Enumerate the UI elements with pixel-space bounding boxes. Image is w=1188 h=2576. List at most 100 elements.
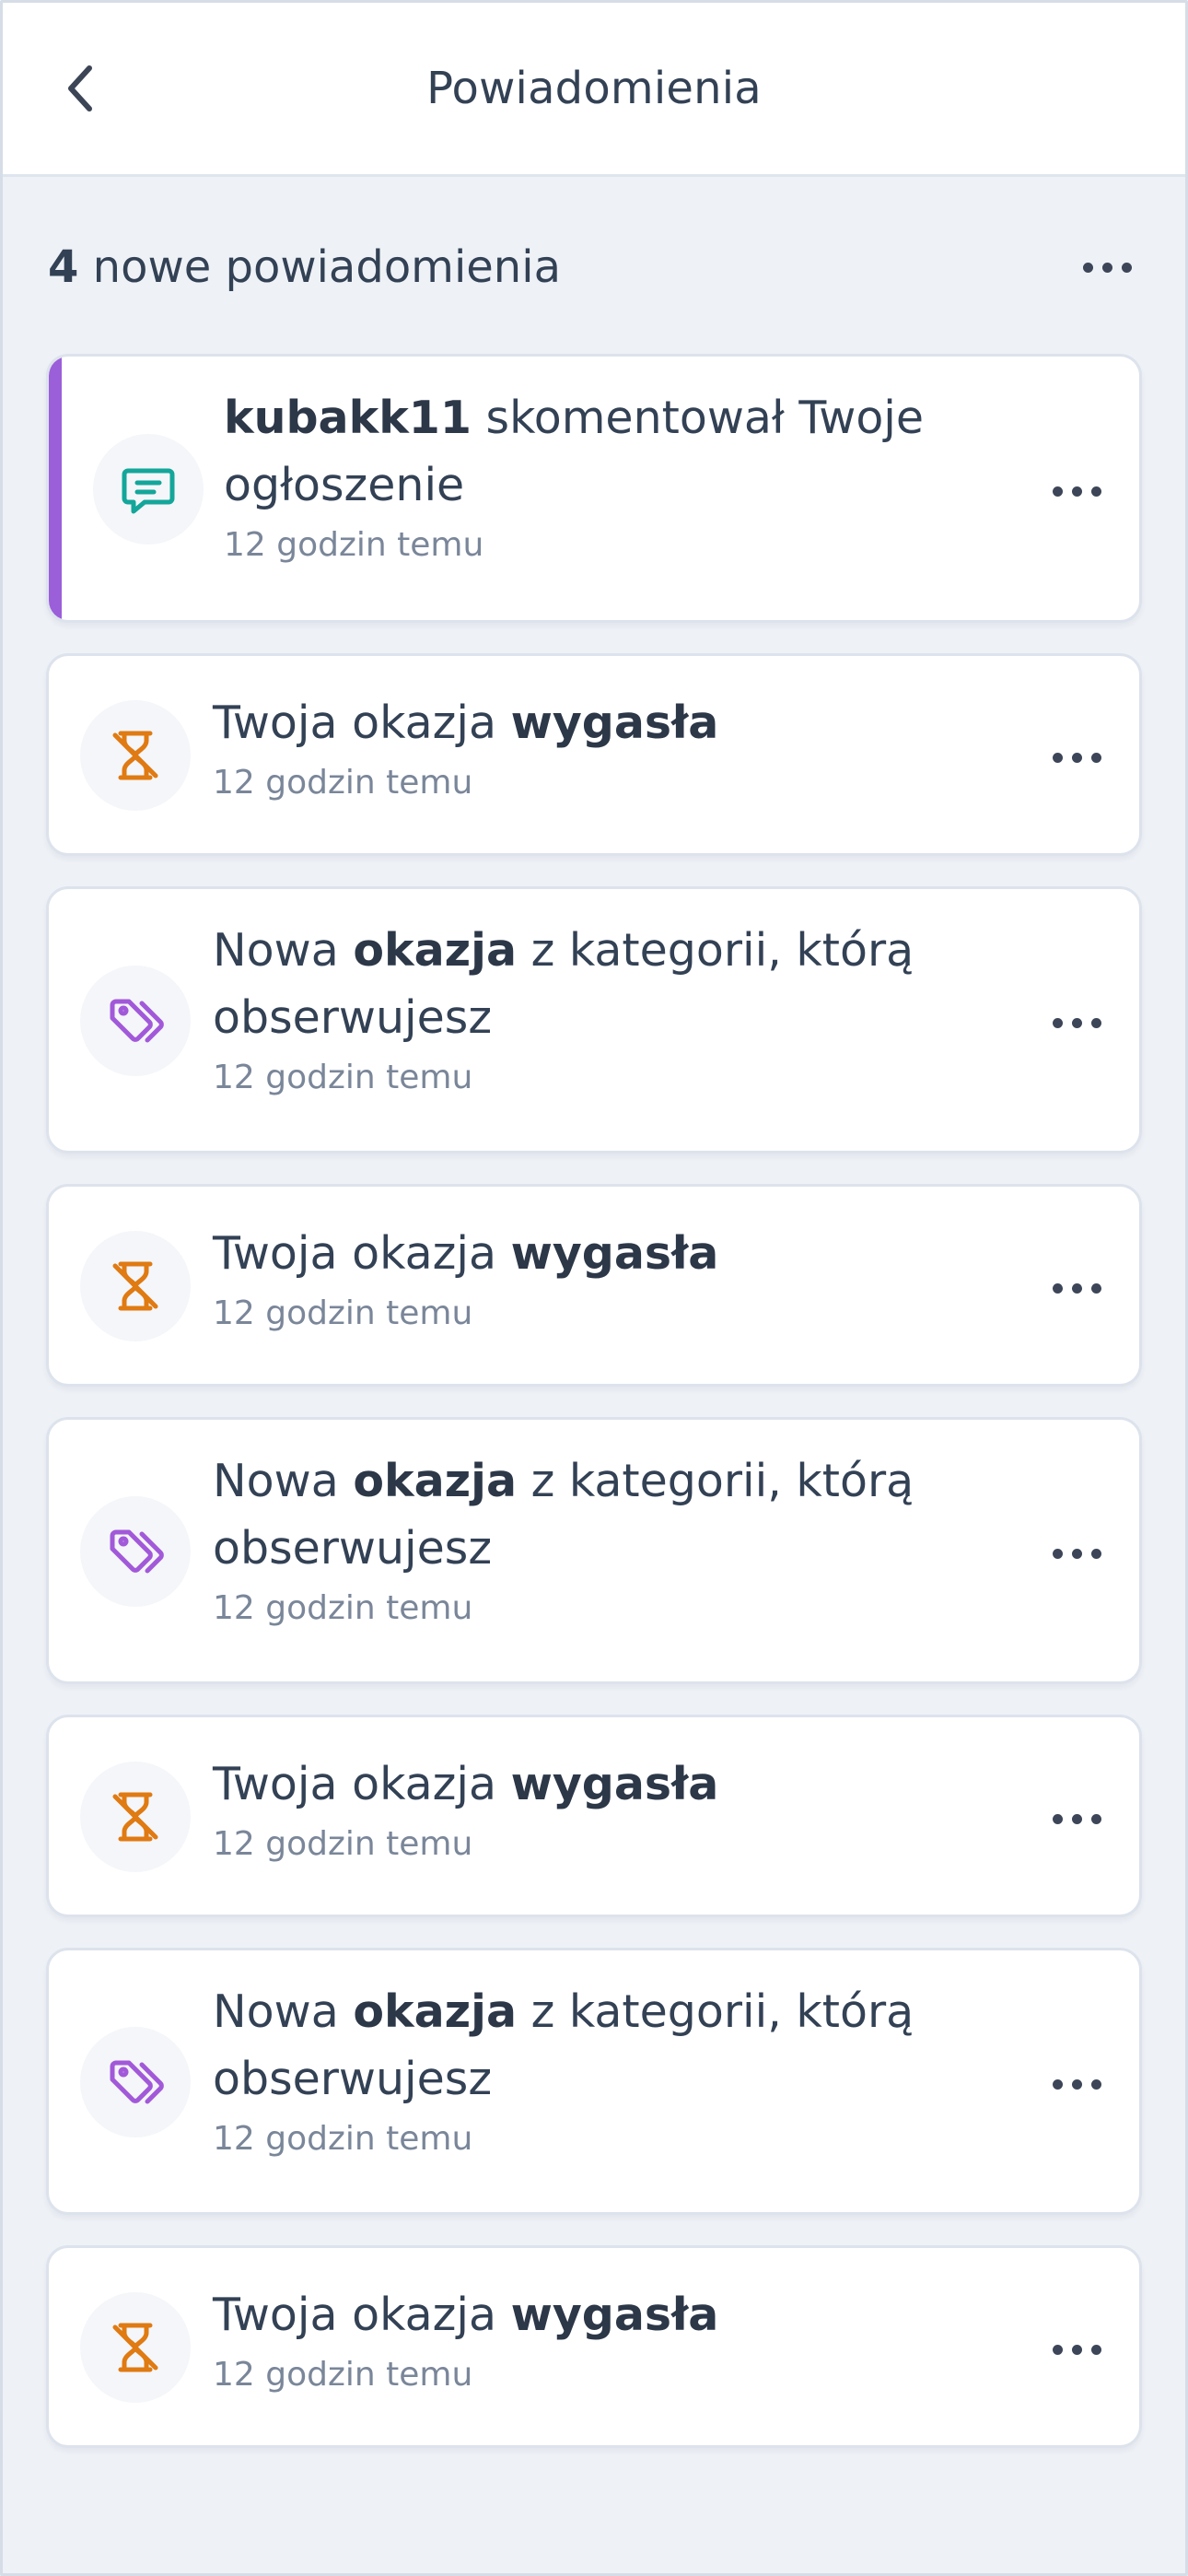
- dot: [1090, 752, 1101, 763]
- dot: [1052, 1813, 1063, 1824]
- notification-card-expired[interactable]: Twoja okazja wygasła 12 godzin temu: [46, 1184, 1142, 1387]
- dot: [1071, 1813, 1082, 1824]
- notification-options-button[interactable]: [1040, 1526, 1113, 1581]
- message-emphasis: wygasła: [510, 697, 719, 749]
- notification-text: Nowa okazja z kategorii, którą obserwuje…: [213, 1978, 1001, 2158]
- dot: [1071, 1017, 1082, 1028]
- new-notifications-count: 4 nowe powiadomienia: [48, 241, 561, 293]
- notification-card-comment[interactable]: kubakk11 skomentował Twoje ogłoszenie 12…: [46, 354, 1142, 623]
- dot: [1090, 486, 1101, 497]
- notification-text: Twoja okazja wygasła 12 godzin temu: [213, 1220, 1001, 1332]
- message-text: Nowa: [213, 1455, 354, 1507]
- dot: [1071, 2078, 1082, 2090]
- notification-icon-wrap: [80, 2292, 191, 2403]
- message-emphasis: wygasła: [510, 1758, 719, 1810]
- notification-card-category[interactable]: Nowa okazja z kategorii, którą obserwuje…: [46, 1417, 1142, 1684]
- message-emphasis: wygasła: [510, 2289, 719, 2341]
- message-text: Nowa: [213, 924, 354, 977]
- dot: [1090, 2078, 1101, 2090]
- dot: [1071, 1548, 1082, 1559]
- hourglass-off-icon: [112, 731, 158, 780]
- dot: [1052, 486, 1063, 497]
- notification-message: kubakk11 skomentował Twoje ogłoszenie: [224, 384, 1001, 519]
- notification-time: 12 godzin temu: [213, 1589, 473, 1627]
- dot: [1071, 486, 1082, 497]
- notification-text: kubakk11 skomentował Twoje ogłoszenie 12…: [224, 384, 1001, 564]
- more-options-button[interactable]: [1070, 240, 1144, 295]
- notifications-summary: 4 nowe powiadomienia: [48, 230, 1144, 304]
- notification-options-button[interactable]: [1040, 2322, 1113, 2377]
- message-text: Twoja okazja: [213, 1227, 511, 1280]
- notification-icon-wrap: [80, 1496, 191, 1607]
- notification-card-expired[interactable]: Twoja okazja wygasła 12 godzin temu: [46, 653, 1142, 856]
- message-text: Twoja okazja: [213, 697, 511, 749]
- notification-time: 12 godzin temu: [213, 1059, 473, 1096]
- notification-card-category[interactable]: Nowa okazja z kategorii, którą obserwuje…: [46, 1948, 1142, 2215]
- notification-message: Twoja okazja wygasła: [213, 689, 1001, 756]
- notification-time: 12 godzin temu: [213, 764, 473, 802]
- unread-label: nowe powiadomienia: [78, 241, 561, 293]
- notification-message: Twoja okazja wygasła: [213, 2281, 1001, 2348]
- dot: [1090, 1017, 1101, 1028]
- hourglass-off-icon: [112, 2323, 158, 2372]
- hourglass-off-icon: [112, 1792, 158, 1842]
- dot: [1071, 2344, 1082, 2355]
- notification-options-button[interactable]: [1040, 463, 1113, 519]
- unread-count: 4: [48, 241, 79, 293]
- notification-icon-wrap: [80, 966, 191, 1076]
- username: kubakk11: [224, 392, 472, 444]
- notification-icon-wrap: [80, 700, 191, 811]
- notification-time: 12 godzin temu: [213, 1294, 473, 1332]
- notification-text: Twoja okazja wygasła 12 godzin temu: [213, 1751, 1001, 1863]
- dot: [1090, 1813, 1101, 1824]
- notification-message: Nowa okazja z kategorii, którą obserwuje…: [213, 917, 1001, 1051]
- tags-icon: [110, 1529, 164, 1574]
- notification-time: 12 godzin temu: [213, 1825, 473, 1863]
- dot: [1121, 262, 1132, 273]
- message-emphasis: okazja: [353, 924, 518, 977]
- notification-options-button[interactable]: [1040, 1260, 1113, 1316]
- dot: [1090, 1548, 1101, 1559]
- notification-icon-wrap: [93, 434, 204, 544]
- notification-text: Twoja okazja wygasła 12 godzin temu: [213, 689, 1001, 802]
- dot: [1052, 2078, 1063, 2090]
- dot: [1090, 2344, 1101, 2355]
- dot: [1090, 1282, 1101, 1294]
- notification-text: Twoja okazja wygasła 12 godzin temu: [213, 2281, 1001, 2394]
- notification-options-button[interactable]: [1040, 2056, 1113, 2112]
- message-emphasis: wygasła: [510, 1227, 719, 1280]
- dot: [1101, 262, 1112, 273]
- hourglass-off-icon: [112, 1261, 158, 1311]
- dot: [1071, 1282, 1082, 1294]
- notification-card-category[interactable]: Nowa okazja z kategorii, którą obserwuje…: [46, 886, 1142, 1153]
- notification-message: Nowa okazja z kategorii, którą obserwuje…: [213, 1447, 1001, 1582]
- notification-options-button[interactable]: [1040, 730, 1113, 785]
- dot: [1052, 1548, 1063, 1559]
- dot: [1052, 2344, 1063, 2355]
- app-header: Powiadomienia: [0, 0, 1188, 177]
- dot: [1071, 752, 1082, 763]
- message-emphasis: okazja: [353, 1985, 518, 2038]
- tags-icon: [110, 2060, 164, 2104]
- comment-icon: [122, 468, 175, 514]
- notification-message: Nowa okazja z kategorii, którą obserwuje…: [213, 1978, 1001, 2113]
- page-title: Powiadomienia: [426, 63, 762, 114]
- dot: [1082, 262, 1093, 273]
- dot: [1052, 1282, 1063, 1294]
- notification-options-button[interactable]: [1040, 1791, 1113, 1846]
- message-emphasis: okazja: [353, 1455, 518, 1507]
- tags-icon: [110, 999, 164, 1043]
- message-text: Twoja okazja: [213, 1758, 511, 1810]
- dot: [1052, 752, 1063, 763]
- notification-time: 12 godzin temu: [213, 2120, 473, 2158]
- notification-card-expired[interactable]: Twoja okazja wygasła 12 godzin temu: [46, 1715, 1142, 1917]
- dot: [1052, 1017, 1063, 1028]
- notification-icon-wrap: [80, 1231, 191, 1341]
- notification-options-button[interactable]: [1040, 995, 1113, 1050]
- notification-text: Nowa okazja z kategorii, którą obserwuje…: [213, 1447, 1001, 1627]
- notification-card-expired[interactable]: Twoja okazja wygasła 12 godzin temu: [46, 2245, 1142, 2448]
- notification-text: Nowa okazja z kategorii, którą obserwuje…: [213, 917, 1001, 1096]
- message-text: Nowa: [213, 1985, 354, 2038]
- notification-message: Twoja okazja wygasła: [213, 1220, 1001, 1287]
- message-text: Twoja okazja: [213, 2289, 511, 2341]
